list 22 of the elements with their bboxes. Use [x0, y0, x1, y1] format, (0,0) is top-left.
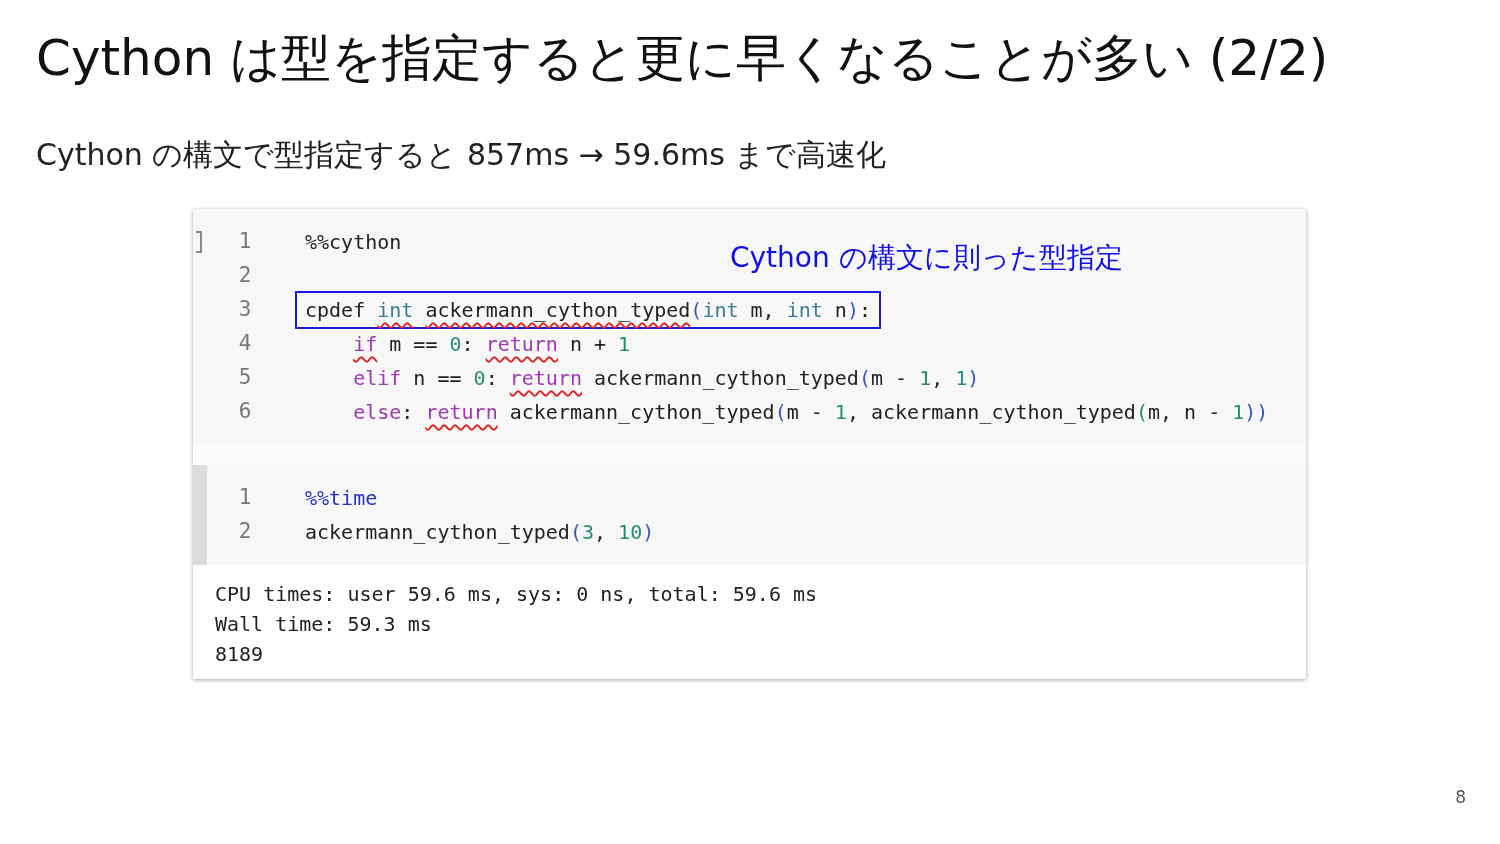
output-line: Wall time: 59.3 ms: [215, 611, 433, 638]
slide-title: Cython は型を指定すると更に早くなることが多い (2/2): [36, 28, 1330, 88]
code-line: if m == 0: return n + 1: [352, 331, 632, 358]
line-number: 4: [237, 330, 253, 358]
line-number: 5: [237, 364, 253, 392]
line-number: 1: [237, 228, 253, 256]
code-line: ackermann_cython_typed(3, 10): [304, 519, 656, 546]
page-number: 8: [1455, 785, 1466, 809]
line-number: 3: [237, 296, 253, 324]
code-line: %%time: [304, 485, 379, 512]
line-number: 2: [237, 262, 253, 290]
annotation-text: Cython の構文に則った型指定: [730, 240, 1123, 276]
output-line: 8189: [215, 641, 265, 668]
line-number: 1: [237, 484, 253, 512]
code-line: else: return ackermann_cython_typed(m - 1, ackermann_cython_typed(m, n - 1)): [352, 399, 1270, 426]
line-number: 2: [237, 518, 253, 546]
line-number: 6: [237, 398, 253, 426]
bracket-icon: [195, 231, 203, 253]
code-line: %%cython: [304, 229, 403, 256]
output-line: CPU times: user 59.6 ms, sys: 0 ns, total: 59.6 ms: [215, 581, 819, 608]
code-line: elif n == 0: return ackermann_cython_typed(m - 1, 1): [352, 365, 981, 392]
slide-subtitle: Cython の構文で型指定すると 857ms → 59.6ms まで高速化: [36, 136, 888, 174]
